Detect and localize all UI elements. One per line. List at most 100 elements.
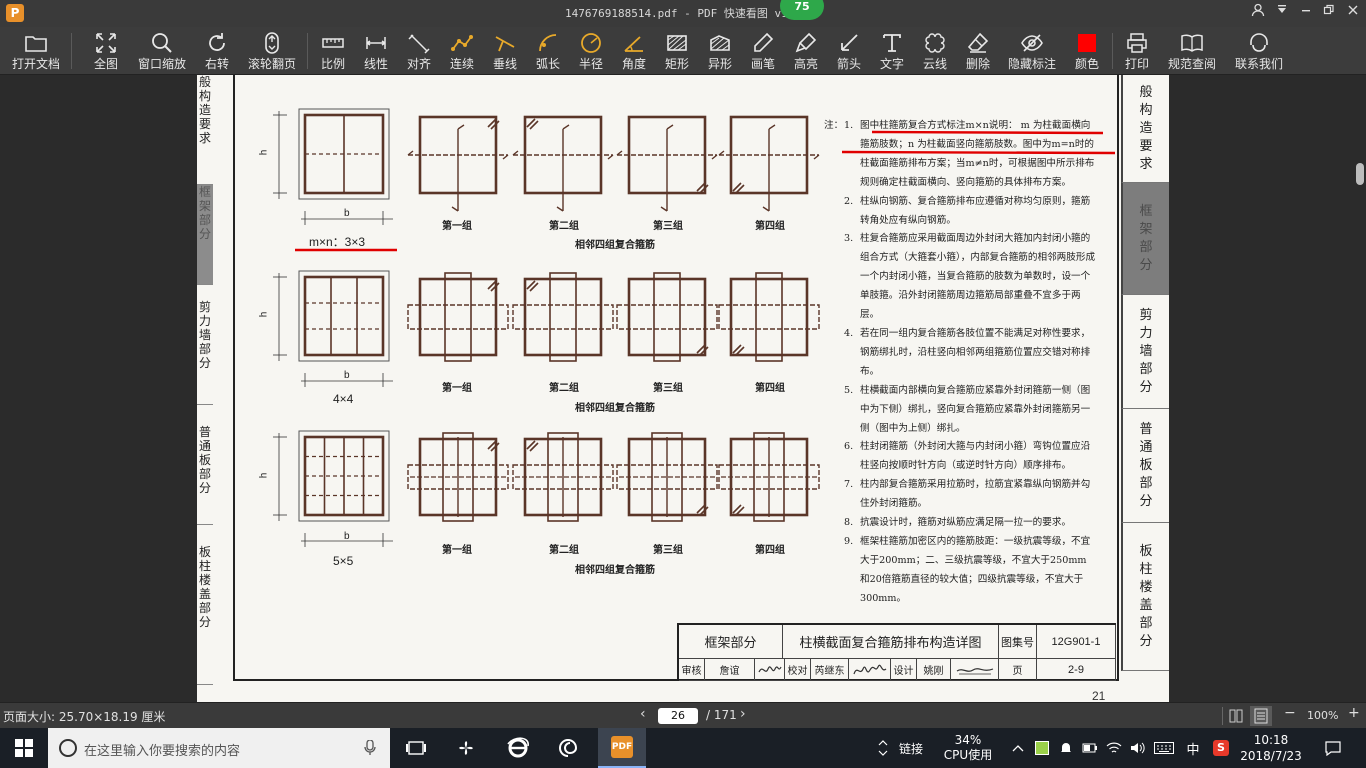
note-item: 3. 柱复合箍筋应采用截面周边外封闭大箍加内封闭小箍的组合方式（大箍套小箍），内部… [844,233,1096,321]
ime-indicator[interactable]: 中 [1182,728,1204,768]
right-tab-frame[interactable]: 框架部分 [1121,183,1169,295]
rotate-right-button[interactable]: 右转 [196,29,238,73]
clock[interactable]: 10:18 2018/7/23 [1238,728,1304,768]
document-viewport[interactable]: 般构造要求 框架部分 剪力墙部分 普通板部分 板柱楼盖部分 m×n：3×3 4×… [0,75,1366,702]
tray-app-icon[interactable] [1032,728,1052,768]
highlight-label: 高亮 [793,57,818,71]
action-center-icon[interactable] [1318,728,1348,768]
highlight-button[interactable]: 高亮 [787,29,825,73]
windows-start-icon[interactable] [0,728,48,768]
polygon-label: 异形 [707,57,732,71]
right-tab-general[interactable]: 般构造要求 [1121,75,1169,183]
arc-length-button[interactable]: 弧长 [529,29,567,73]
contact-us-button[interactable]: 联系我们 [1230,29,1288,73]
notification-bell-icon[interactable] [1056,728,1076,768]
taskbar-search-input[interactable]: 在这里输入你要搜索的内容 [48,728,390,768]
ie-browser-icon[interactable] [494,728,542,768]
user-icon[interactable] [1248,3,1268,23]
perpendicular-button[interactable]: 垂线 [486,29,524,73]
battery-icon[interactable] [1080,728,1100,768]
link-label[interactable]: 链接 [896,728,926,768]
pen-button[interactable]: 画笔 [744,29,782,73]
wifi-icon[interactable] [1104,728,1124,768]
print-button[interactable]: 打印 [1118,29,1156,73]
cpu-meter: 34% CPU使用 [938,728,998,768]
right-tab-flat-slab[interactable]: 板柱楼盖部分 [1121,523,1169,671]
window-title: 1476769188514.pdf - PDF 快速看图 v1.9 [564,7,802,20]
linear-button[interactable]: 线性 [357,29,395,73]
cpu-percent: 34% [954,733,982,747]
stirrup-hook [526,280,539,292]
notes-block: 注： 1. 图中柱箍筋复合方式标注m×n说明： m 为柱截面横向箍筋肢数；n 为柱… [824,117,1096,609]
prev-page-icon[interactable]: ‹ [640,706,646,722]
hide-eye-icon [1004,29,1060,57]
zoom-in-icon[interactable]: + [1348,705,1360,721]
two-page-view-icon[interactable] [1229,709,1243,726]
text-button[interactable]: 文字 [873,29,911,73]
menu-dropdown-icon[interactable] [1272,3,1292,23]
eraser-icon [959,29,997,57]
single-page-view-icon[interactable] [1250,706,1272,726]
pdf-viewer-task-icon[interactable]: PDF [598,728,646,768]
performance-badge[interactable]: 75 [780,0,824,20]
next-page-icon[interactable]: › [740,706,746,722]
taskbar: 在这里输入你要搜索的内容 PDF 链接 34% CPU使用 中 S 10:18 … [0,728,1366,768]
right-tab-slab[interactable]: 普通板部分 [1121,409,1169,523]
polygon-button[interactable]: 异形 [701,29,739,73]
open-document-label: 打开文档 [11,57,60,71]
arrow-label: 箭头 [836,57,861,71]
group-label: 第三组 [653,545,683,556]
radius-button[interactable]: 半径 [572,29,610,73]
task-view-icon[interactable] [392,728,440,768]
scale-button[interactable]: 比例 [314,29,352,73]
arc-length-icon [529,29,567,57]
design-label: 设计 [891,659,917,681]
toolbar: 打开文档 全图 窗口缩放 右转 滚轮翻页 比例 线性 对齐 连续 垂线 弧长 半… [0,27,1366,75]
right-tab-shear-wall[interactable]: 剪力墙部分 [1121,295,1169,409]
section-outline [298,270,390,362]
angle-button[interactable]: 角度 [615,29,653,73]
rectangle-button[interactable]: 矩形 [658,29,696,73]
sheet-number: 21 [1092,689,1106,702]
keyboard-icon[interactable] [1152,728,1176,768]
zoom-icon [134,29,190,57]
arc-length-label: 弧长 [535,57,560,71]
scroll-thumb[interactable] [1356,163,1364,185]
restore-button[interactable] [1319,3,1339,23]
wheel-page-button[interactable]: 滚轮翻页 [244,29,300,73]
minimize-button[interactable] [1296,3,1316,23]
cross-tie [660,124,674,212]
spiral-app-icon[interactable] [544,728,592,768]
cloud-button[interactable]: 云线 [916,29,954,73]
tray-chevron-icon[interactable] [1010,728,1026,768]
tray-expand-icon[interactable] [876,728,890,768]
standard-lookup-button[interactable]: 规范查阅 [1162,29,1222,73]
vertical-scrollbar[interactable] [1352,75,1366,702]
highlighter-icon [787,29,825,57]
h-label: h [258,472,270,479]
delete-button[interactable]: 删除 [959,29,997,73]
note-item: 4. 若在同一组内复合箍筋各肢位置不能满足对称性要求，钢筋绑扎时，沿柱竖向相邻两组… [844,327,1091,377]
current-page-input[interactable]: 26 [658,708,698,724]
window-zoom-button[interactable]: 窗口缩放 [134,29,190,73]
sogou-ime-icon[interactable]: S [1210,728,1232,768]
microphone-icon[interactable] [364,740,376,756]
note-item: 8. 抗震设计时，箍筋对纵筋应满足隔一拉一的要求。 [844,517,1072,529]
rectangle-label: 矩形 [664,57,689,71]
arrow-button[interactable]: 箭头 [830,29,868,73]
cloud-icon [916,29,954,57]
hide-annotation-button[interactable]: 隐藏标注 [1004,29,1060,73]
polygon-icon [701,29,739,57]
zoom-out-icon[interactable]: − [1284,705,1296,721]
pinwheel-app-icon[interactable] [442,728,490,768]
close-button[interactable] [1343,3,1363,23]
fit-all-label: 全图 [93,57,118,71]
align-button[interactable]: 对齐 [400,29,438,73]
color-button[interactable]: 颜色 [1068,29,1106,73]
fit-all-button[interactable]: 全图 [84,29,128,73]
stirrup-hook [732,344,745,356]
volume-icon[interactable] [1128,728,1148,768]
open-document-button[interactable]: 打开文档 [8,29,64,73]
inner-stirrup [718,304,820,330]
continuous-button[interactable]: 连续 [443,29,481,73]
